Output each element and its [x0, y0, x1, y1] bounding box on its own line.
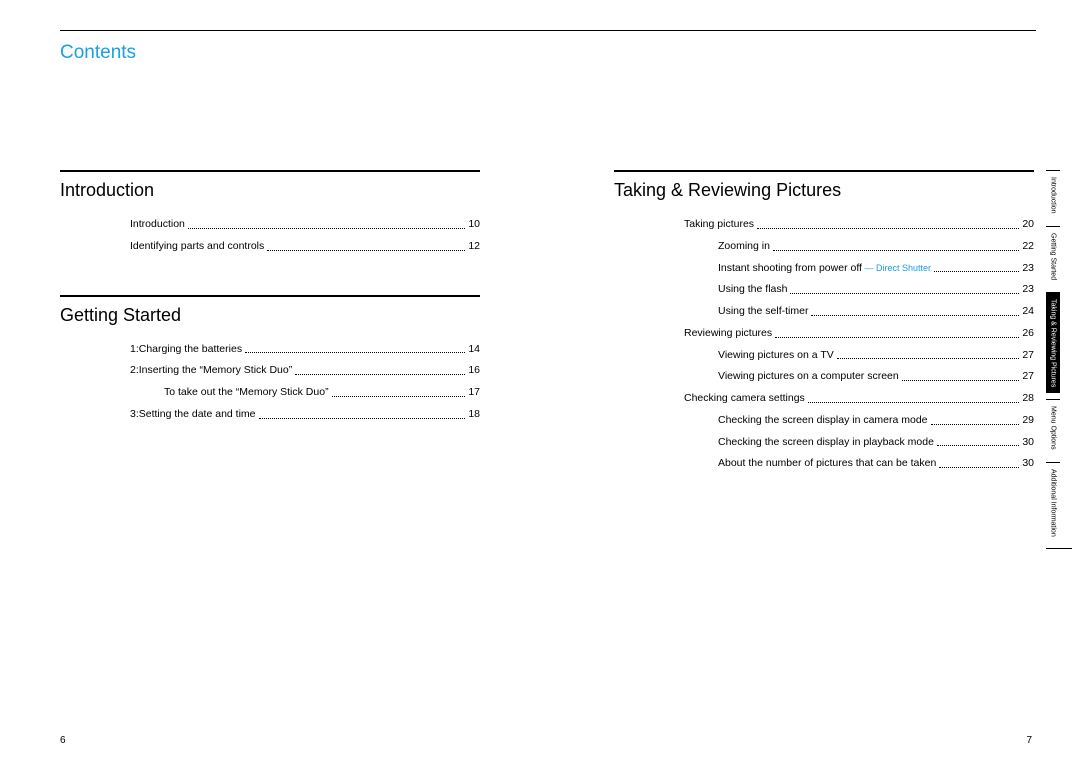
toc-leader-dots [259, 407, 466, 419]
toc-entry[interactable]: 2:Inserting the “Memory Stick Duo” 16 [60, 363, 480, 379]
toc-entry[interactable]: Using the flash 23 [614, 282, 1034, 298]
toc-entry[interactable]: Identifying parts and controls 12 [60, 239, 480, 255]
contents-heading: Contents [60, 42, 136, 64]
toc-entry-label: Taking pictures [684, 217, 754, 233]
page-number-right: 7 [1026, 735, 1032, 746]
section-heading: Taking & Reviewing Pictures [614, 180, 1034, 201]
toc-entry-page: 27 [1022, 348, 1034, 364]
toc-leader-dots [837, 348, 1020, 360]
page-number-left: 6 [60, 735, 66, 746]
toc-entry-feature: — Direct Shutter [862, 263, 931, 273]
toc-entry-label: Checking the screen display in playback … [718, 435, 934, 451]
side-tab[interactable]: Additional Information [1046, 462, 1060, 543]
toc-entry-page: 29 [1022, 413, 1034, 429]
toc-leader-dots [245, 342, 465, 354]
toc-entry-page: 23 [1022, 261, 1034, 277]
toc-leader-dots [757, 217, 1019, 229]
toc-column-right: Taking & Reviewing Pictures Taking pictur… [614, 170, 1034, 512]
toc-entry-label: Checking the screen display in camera mo… [718, 413, 928, 429]
section-rule [614, 170, 1034, 172]
toc-entry-page: 30 [1022, 456, 1034, 472]
toc-entry-label: Viewing pictures on a TV [718, 348, 834, 364]
toc-leader-dots [188, 217, 465, 229]
toc-entry-label: 3:Setting the date and time [130, 407, 256, 423]
side-tab[interactable]: Taking & Reviewing Pictures [1046, 292, 1060, 393]
toc-entry-label: To take out the “Memory Stick Duo” [164, 385, 329, 401]
toc-section: Getting Started1:Charging the batteries1… [60, 295, 480, 423]
toc-entry[interactable]: Using the self-timer 24 [614, 304, 1034, 320]
side-tab-end-rule [1046, 548, 1072, 549]
toc-entry-label: Checking camera settings [684, 391, 805, 407]
top-rule [60, 30, 1036, 31]
toc-entry-label: Identifying parts and controls [130, 239, 264, 255]
toc-entry-label: 1:Charging the batteries [130, 342, 242, 358]
toc-entry-page: 12 [468, 239, 480, 255]
toc-entry-page: 28 [1022, 391, 1034, 407]
toc-leader-dots [811, 304, 1019, 316]
section-heading: Getting Started [60, 305, 480, 326]
toc-entry-page: 10 [468, 217, 480, 233]
toc-entry-label: About the number of pictures that can be… [718, 456, 936, 472]
toc-entry-page: 14 [468, 342, 480, 358]
toc-entry[interactable]: Introduction 10 [60, 217, 480, 233]
side-tab[interactable]: Getting Started [1046, 226, 1060, 286]
toc-entry[interactable]: 1:Charging the batteries 14 [60, 342, 480, 358]
toc-entry[interactable]: Reviewing pictures 26 [614, 326, 1034, 342]
toc-entry-page: 27 [1022, 369, 1034, 385]
toc-entry-page: 18 [468, 407, 480, 423]
toc-section: Introduction Introduction 10 Identifying pa… [60, 170, 480, 255]
toc-entry-page: 16 [468, 363, 480, 379]
toc-entry-page: 26 [1022, 326, 1034, 342]
toc-entry-page: 17 [468, 385, 480, 401]
section-rule [60, 295, 480, 297]
toc-entry-page: 20 [1022, 217, 1034, 233]
toc-entry[interactable]: Viewing pictures on a TV 27 [614, 348, 1034, 364]
toc-entry-label: Instant shooting from power off — Direct… [718, 261, 931, 277]
toc-section: Taking & Reviewing Pictures Taking pictur… [614, 170, 1034, 472]
toc-entry-page: 30 [1022, 435, 1034, 451]
toc-entry[interactable]: To take out the “Memory Stick Duo” 17 [60, 385, 480, 401]
toc-leader-dots [937, 435, 1019, 447]
toc-entry-page: 24 [1022, 304, 1034, 320]
toc-leader-dots [332, 385, 466, 397]
toc-entry[interactable]: About the number of pictures that can be… [614, 456, 1034, 472]
toc-entry[interactable]: Taking pictures 20 [614, 217, 1034, 233]
toc-leader-dots [773, 239, 1019, 251]
toc-leader-dots [295, 363, 465, 375]
toc-entry-label: Viewing pictures on a computer screen [718, 369, 899, 385]
toc-entry[interactable]: 3:Setting the date and time 18 [60, 407, 480, 423]
toc-entry[interactable]: Viewing pictures on a computer screen 27 [614, 369, 1034, 385]
toc-entry[interactable]: Instant shooting from power off — Direct… [614, 261, 1034, 277]
toc-entry-label: Zooming in [718, 239, 770, 255]
toc-entry-label: Using the flash [718, 282, 787, 298]
toc-entry-page: 23 [1022, 282, 1034, 298]
toc-entry-page: 22 [1022, 239, 1034, 255]
side-tab[interactable]: Introduction [1046, 170, 1060, 220]
side-tab[interactable]: Menu Options [1046, 399, 1060, 456]
section-rule [60, 170, 480, 172]
toc-entry-label: Introduction [130, 217, 185, 233]
toc-leader-dots [267, 239, 465, 251]
toc-leader-dots [808, 391, 1020, 403]
toc-leader-dots [790, 282, 1019, 294]
toc-entry[interactable]: Checking camera settings 28 [614, 391, 1034, 407]
toc-entry[interactable]: Zooming in 22 [614, 239, 1034, 255]
toc-entry[interactable]: Checking the screen display in playback … [614, 435, 1034, 451]
side-tabs: Introduction Getting Started Taking & Revi… [1046, 170, 1072, 549]
toc-leader-dots [931, 413, 1020, 425]
toc-entry-label: Using the self-timer [718, 304, 808, 320]
toc-leader-dots [902, 369, 1020, 381]
section-heading: Introduction [60, 180, 480, 201]
toc-entry[interactable]: Checking the screen display in camera mo… [614, 413, 1034, 429]
toc-entry-label: 2:Inserting the “Memory Stick Duo” [130, 363, 292, 379]
toc-column-left: Introduction Introduction 10 Identifying pa… [60, 170, 480, 463]
toc-leader-dots [934, 261, 1019, 273]
toc-leader-dots [939, 456, 1019, 468]
toc-entry-label: Reviewing pictures [684, 326, 772, 342]
toc-leader-dots [775, 326, 1019, 338]
